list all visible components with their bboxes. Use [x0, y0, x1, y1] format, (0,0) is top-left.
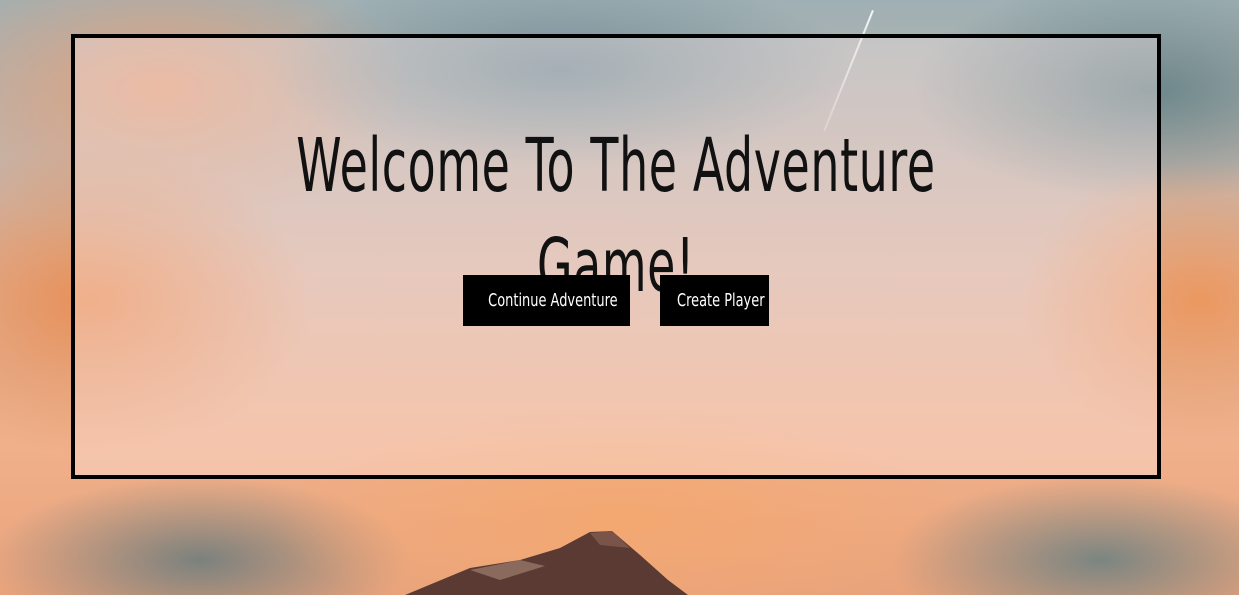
- create-player-label: Create Player: [677, 290, 765, 311]
- welcome-panel: Welcome To The Adventure Game! Continue …: [71, 34, 1161, 479]
- create-player-button[interactable]: Create Player: [660, 275, 769, 326]
- continue-adventure-label: Continue Adventure: [488, 290, 618, 311]
- continue-adventure-button[interactable]: Continue Adventure: [463, 275, 630, 326]
